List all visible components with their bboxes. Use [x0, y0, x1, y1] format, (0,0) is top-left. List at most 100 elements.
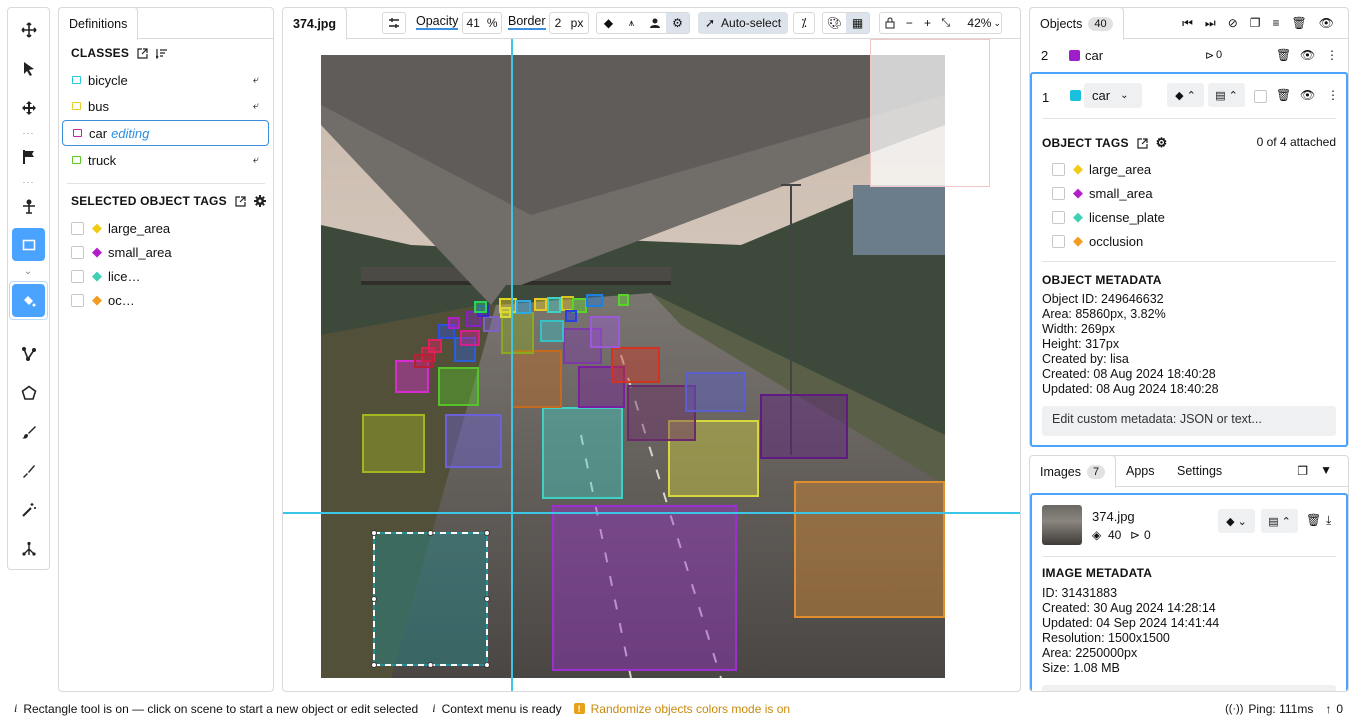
tag-item-license-plate[interactable]: ◆ lice… [71, 268, 141, 284]
eye-icon[interactable]: 👁︎ [1319, 16, 1334, 31]
image-thumbnail[interactable] [1042, 505, 1082, 545]
filter-icon[interactable]: ▼ [1320, 463, 1332, 477]
image-tag-dropdown[interactable]: ◆ ⌄ [1218, 509, 1255, 533]
opacity-input[interactable]: 41% [462, 12, 502, 34]
class-item-truck[interactable]: truck ⤶ [62, 147, 269, 173]
gear-icon[interactable]: ⚙ [1156, 135, 1168, 151]
annotation-box[interactable] [501, 312, 534, 354]
trash-icon[interactable]: 🗑︎ [1292, 16, 1307, 31]
more-icon[interactable]: ⋮ [1326, 48, 1338, 62]
checkbox[interactable] [1254, 90, 1267, 103]
annotation-box[interactable] [627, 385, 696, 441]
annotation-box[interactable] [460, 330, 480, 346]
skeleton-tool-icon[interactable] [12, 532, 45, 565]
fit-icon[interactable]: ⤡ [937, 17, 955, 30]
annotation-box[interactable] [586, 294, 603, 307]
checkbox[interactable] [71, 245, 84, 259]
annotation-box[interactable] [685, 372, 745, 412]
lock-icon[interactable] [880, 17, 900, 29]
download-icon[interactable]: ⤓ [1326, 513, 1331, 528]
zoom-out-button[interactable]: − [900, 16, 918, 30]
eye-icon[interactable]: 👁︎ [1300, 88, 1315, 102]
image-scene[interactable] [321, 55, 945, 678]
annotation-box[interactable] [542, 407, 623, 499]
annotation-box[interactable] [448, 317, 460, 329]
eye-icon[interactable]: 👁︎ [1300, 48, 1315, 62]
annotation-box[interactable] [362, 414, 425, 473]
annotation-box[interactable] [500, 307, 511, 318]
copy-icon[interactable]: ❐ [1297, 464, 1308, 478]
checker-icon[interactable]: ▦ [846, 13, 869, 33]
annotation-box[interactable] [474, 301, 487, 313]
user-icon[interactable] [643, 18, 666, 28]
copy-icon[interactable]: ❐ [1250, 16, 1261, 31]
zoom-level[interactable]: 42% [955, 16, 991, 30]
annotation-box[interactable] [428, 339, 442, 353]
annotation-box[interactable] [611, 347, 660, 383]
chevron-down-icon[interactable]: ⌄ [8, 266, 49, 277]
palette-icon[interactable]: 🎨︎ [823, 16, 846, 30]
selected-annotation-box[interactable] [373, 532, 488, 666]
graph-tool-icon[interactable] [12, 337, 45, 370]
object-tag-small-area[interactable]: ◆ small_area [1052, 185, 1153, 201]
object-tag-occlusion[interactable]: ◆ occlusion [1052, 233, 1143, 249]
custom-metadata-input[interactable]: Edit custom metadata: JSON or text... [1042, 406, 1336, 436]
tab-images[interactable]: Images 7 [1030, 456, 1117, 488]
move-tool-icon[interactable] [12, 13, 45, 46]
trash-icon[interactable]: 🗑︎ [1276, 48, 1291, 62]
annotation-box[interactable] [552, 505, 737, 671]
class-item-bus[interactable]: bus ⤶ [62, 93, 269, 119]
class-item-bicycle[interactable]: bicycle ⤶ [62, 67, 269, 93]
tag-item-small-area[interactable]: ◆ small_area [71, 244, 172, 260]
custom-image-metadata-input[interactable] [1042, 685, 1336, 691]
settings-icon[interactable]: ⚙ [666, 13, 689, 33]
tag-item-occlusion[interactable]: ◆ oc… [71, 292, 135, 308]
class-item-car[interactable]: car editing [62, 120, 269, 146]
resize-handle[interactable] [484, 530, 490, 536]
tag-dropdown-button[interactable]: ◆ ⌃ [1167, 83, 1204, 107]
tag-icon[interactable]: ◆ [597, 16, 620, 30]
gear-icon[interactable] [253, 195, 266, 207]
annotation-box[interactable] [516, 300, 531, 314]
last-icon[interactable]: ⏭ [1205, 16, 1216, 31]
resize-handle[interactable] [371, 662, 377, 668]
first-icon[interactable]: ⏮ [1182, 16, 1193, 31]
trash-icon[interactable]: 🗑︎ [1306, 513, 1321, 527]
object-tag-license-plate[interactable]: ◆ license_plate [1052, 209, 1165, 225]
tab-objects[interactable]: Objects 40 [1029, 7, 1124, 40]
resize-handle[interactable] [371, 530, 377, 536]
object-row-2[interactable]: 2 car ⊳ 0 🗑︎ 👁︎ ⋮ [1030, 40, 1348, 70]
resize-handle[interactable] [484, 596, 490, 602]
resize-handle[interactable] [427, 530, 434, 536]
eraser-tool-icon[interactable] [12, 454, 45, 487]
annotation-box[interactable] [561, 296, 574, 311]
pin-tool-icon[interactable] [12, 189, 45, 222]
annotation-box[interactable] [547, 297, 561, 313]
tab-image-file[interactable]: 374.jpg [283, 8, 348, 40]
export-icon[interactable] [137, 47, 148, 59]
ratio-icon[interactable]: ⁒ [793, 12, 815, 34]
adjust-icon[interactable] [382, 12, 406, 34]
tab-apps[interactable]: Apps [1126, 464, 1155, 478]
tab-definitions[interactable]: Definitions [58, 7, 139, 40]
checkbox[interactable] [1052, 162, 1065, 176]
annotation-box[interactable] [534, 298, 547, 311]
zoom-in-button[interactable]: + [918, 16, 936, 30]
more-icon[interactable]: ⋮ [1327, 88, 1339, 102]
class-select[interactable]: car ⌄ [1084, 83, 1142, 108]
auto-select-button[interactable]: ➚ Auto-select [698, 12, 788, 34]
hierarchy-icon[interactable]: ⩚ [620, 18, 643, 29]
resize-handle[interactable] [427, 662, 434, 668]
tag-item-large-area[interactable]: ◆ large_area [71, 220, 170, 236]
annotation-box[interactable] [438, 367, 479, 406]
hide-tags-icon[interactable]: ⊘ [1228, 16, 1238, 31]
export-icon[interactable] [1137, 137, 1148, 149]
filter-icon[interactable]: ≡ [1273, 16, 1280, 31]
annotation-box[interactable] [794, 481, 945, 618]
checkbox[interactable] [71, 221, 84, 235]
border-input[interactable]: 2 px [549, 12, 589, 34]
metadata-dropdown-button[interactable]: ▤ ⌃ [1208, 83, 1245, 107]
annotation-box[interactable] [760, 394, 848, 459]
annotation-box[interactable] [590, 316, 620, 348]
annotation-box[interactable] [511, 350, 562, 408]
